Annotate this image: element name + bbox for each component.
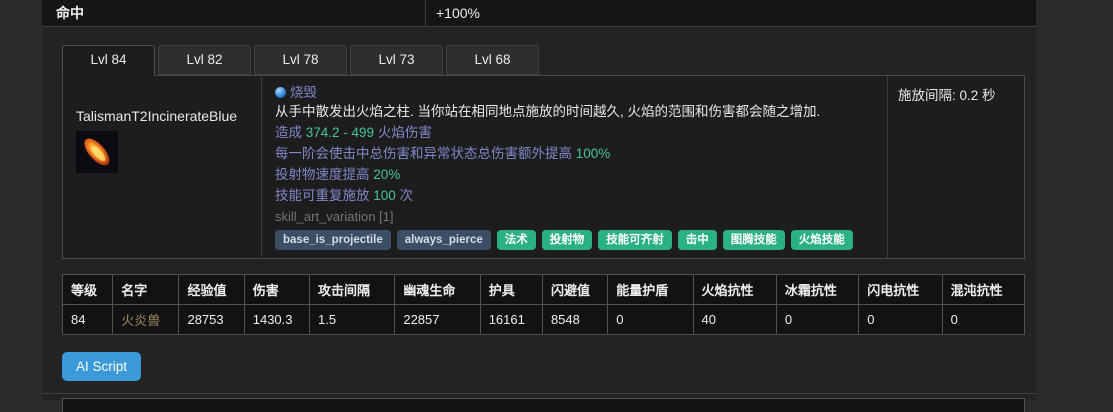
cell-evasion: 8548 — [542, 305, 607, 335]
stat-value: +100% — [425, 0, 1036, 26]
column-header-experience: 经验值 — [179, 275, 244, 305]
column-header-spirit-life: 幽魂生命 — [395, 275, 480, 305]
tab-lvl-68[interactable]: Lvl 68 — [446, 45, 539, 75]
tab-lvl-84[interactable]: Lvl 84 — [62, 45, 155, 76]
content-column: 命中 +100% Lvl 84Lvl 82Lvl 78Lvl 73Lvl 68 … — [42, 0, 1036, 400]
column-header-fire-res: 火焰抗性 — [693, 275, 776, 305]
monster-name-cell: TalismanT2IncinerateBlue — [63, 76, 262, 258]
cell-attack-interval: 1.5 — [310, 305, 395, 335]
top-stat-row: 命中 +100% — [42, 0, 1036, 27]
column-header-damage: 伤害 — [244, 275, 309, 305]
cell-level: 84 — [63, 305, 113, 335]
cell-damage: 1430.3 — [244, 305, 309, 335]
table-row: 84火炎兽287531430.31.522857161618548040000 — [63, 305, 1025, 335]
cast-interval-cell: 施放间隔: 0.2 秒 — [888, 76, 1024, 258]
skill-tag-list: base_is_projectile always_pierce 法术投射物技能可齐… — [275, 230, 875, 250]
skill-description: 从手中散发出火焰之柱. 当你站在相同地点施放的时间越久, 火焰的范围和伤害都会随… — [275, 101, 875, 122]
column-header-evasion: 闪避值 — [542, 275, 607, 305]
skill-tag: 法术 — [497, 230, 536, 250]
column-header-attack-interval: 攻击间隔 — [310, 275, 395, 305]
cell-energy-shield: 0 — [608, 305, 693, 335]
cell-fire-res: 40 — [693, 305, 776, 335]
cast-interval: 施放间隔: 0.2 秒 — [898, 88, 996, 103]
skill-panel: TalismanT2IncinerateBlue — [62, 75, 1025, 259]
ai-script-button[interactable]: AI Script — [62, 352, 141, 381]
skill-tag: base_is_projectile — [275, 230, 391, 250]
monster-stats-table: 等级名字经验值伤害攻击间隔幽魂生命护具闪避值能量护盾火焰抗性冰霜抗性闪电抗性混沌… — [62, 274, 1025, 335]
skill-title: 烧毁 — [290, 84, 317, 101]
column-header-name: 名字 — [113, 275, 179, 305]
stat-label: 命中 — [42, 0, 425, 26]
skill-tag: 火焰技能 — [791, 230, 853, 250]
tab-lvl-73[interactable]: Lvl 73 — [350, 45, 443, 75]
table-header-row: 等级名字经验值伤害攻击间隔幽魂生命护具闪避值能量护盾火焰抗性冰霜抗性闪电抗性混沌… — [63, 275, 1025, 305]
skill-title-row: 烧毁 — [275, 84, 875, 101]
level-tab-bar: Lvl 84Lvl 82Lvl 78Lvl 73Lvl 68 — [62, 45, 1036, 75]
skill-description-cell: 烧毁 从手中散发出火焰之柱. 当你站在相同地点施放的时间越久, 火焰的范围和伤害… — [262, 76, 888, 258]
column-header-energy-shield: 能量护盾 — [608, 275, 693, 305]
monster-name: TalismanT2IncinerateBlue — [76, 108, 251, 124]
tab-lvl-82[interactable]: Lvl 82 — [158, 45, 251, 75]
skill-tag: 击中 — [678, 230, 717, 250]
column-header-cold-res: 冰霜抗性 — [776, 275, 858, 305]
skill-stat-line: 造成 374.2 - 499 火焰伤害 — [275, 122, 875, 143]
next-table-partial — [62, 398, 1025, 412]
skill-art-note: skill_art_variation [1] — [275, 208, 875, 225]
cell-cold-res: 0 — [776, 305, 858, 335]
blue-gem-icon — [275, 87, 286, 98]
tab-lvl-78[interactable]: Lvl 78 — [254, 45, 347, 75]
column-header-level: 等级 — [63, 275, 113, 305]
cell-armour: 16161 — [480, 305, 542, 335]
cell-chaos-res: 0 — [942, 305, 1024, 335]
column-header-armour: 护具 — [480, 275, 542, 305]
cell-name: 火炎兽 — [113, 305, 179, 335]
column-header-chaos-res: 混沌抗性 — [942, 275, 1024, 305]
skill-tag: 图腾技能 — [723, 230, 785, 250]
skill-tag: always_pierce — [397, 230, 491, 250]
column-header-lightning-res: 闪电抗性 — [859, 275, 942, 305]
table-body: 84火炎兽287531430.31.522857161618548040000 — [63, 305, 1025, 335]
section-divider — [42, 393, 1036, 394]
skill-tag: 技能可齐射 — [598, 230, 672, 250]
skill-stat-line: 技能可重复施放 100 次 — [275, 185, 875, 206]
skill-tag: 投射物 — [542, 230, 593, 250]
cell-spirit-life: 22857 — [395, 305, 480, 335]
skill-stat-line: 每一阶会使击中总伤害和异常状态总伤害额外提高 100% — [275, 143, 875, 164]
cell-experience: 28753 — [179, 305, 244, 335]
skill-stat-lines: 造成 374.2 - 499 火焰伤害每一阶会使击中总伤害和异常状态总伤害额外提… — [275, 122, 875, 206]
flame-skill-icon — [76, 131, 118, 173]
skill-stat-line: 投射物速度提高 20% — [275, 164, 875, 185]
cell-lightning-res: 0 — [859, 305, 942, 335]
